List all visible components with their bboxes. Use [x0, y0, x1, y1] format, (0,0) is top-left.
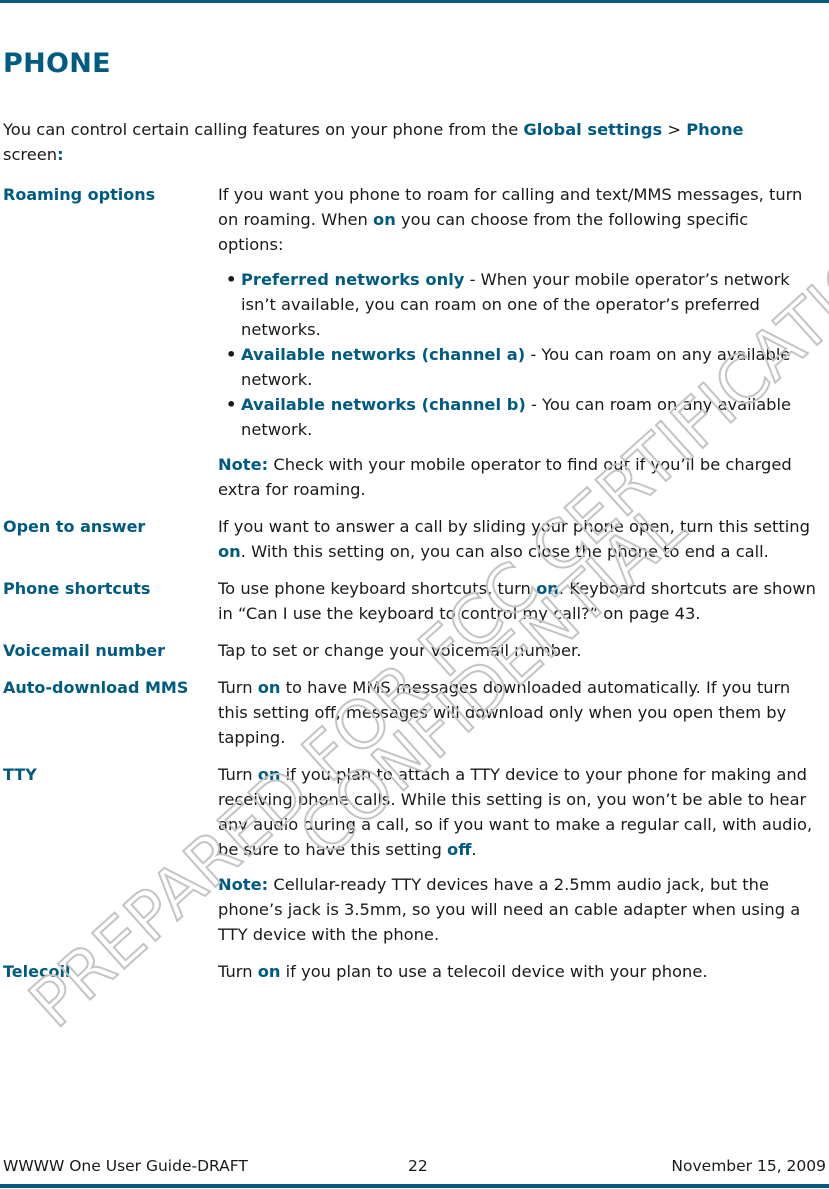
- setting-description: If you want to answer a call by sliding …: [218, 514, 818, 564]
- on-keyword: on: [536, 579, 559, 598]
- on-keyword: on: [257, 962, 281, 981]
- page-title: PHONE: [3, 48, 111, 79]
- setting-description: Tap to set or change your voicemail numb…: [218, 638, 818, 663]
- desc-text: if you plan to attach a TTY device to yo…: [218, 765, 813, 859]
- list-item: • Available networks (channel b) - You ca…: [218, 392, 818, 442]
- desc-text: Turn: [218, 765, 258, 784]
- footer-date: November 15, 2009: [671, 1157, 826, 1175]
- footer-document-title: WWWW One User Guide-DRAFT: [3, 1157, 248, 1175]
- desc-text: .: [471, 840, 477, 859]
- setting-description: Turn on to have MMS messages downloaded …: [218, 675, 818, 750]
- menu-path-global-settings: Global settings: [523, 120, 663, 139]
- list-item: • Preferred networks only - When your mob…: [218, 267, 818, 342]
- note-text: Check with your mobile operator to find …: [218, 455, 792, 499]
- setting-description: Turn on if you plan to use a telecoil de…: [218, 959, 818, 984]
- on-keyword: on: [373, 210, 396, 229]
- note-label: Note:: [218, 875, 269, 894]
- intro-text: You can control certain calling features…: [3, 120, 524, 139]
- setting-description: Turn on if you plan to attach a TTY devi…: [218, 762, 818, 947]
- bullet-icon: •: [226, 395, 237, 414]
- setting-row-voicemail-number: Voicemail number Tap to set or change yo…: [3, 638, 829, 663]
- intro-colon: :: [57, 145, 64, 164]
- menu-path-phone: Phone: [686, 120, 744, 139]
- option-title: Preferred networks only: [241, 270, 465, 289]
- desc-text: Tap to set or change your voicemail numb…: [218, 641, 582, 660]
- setting-description: If you want you phone to roam for callin…: [218, 182, 818, 502]
- bullet-icon: •: [226, 345, 237, 364]
- setting-term: Roaming options: [3, 185, 156, 204]
- desc-text: to have MMS messages downloaded automati…: [218, 678, 791, 747]
- desc-text: If you want to answer a call by sliding …: [218, 517, 810, 536]
- option-title: Available networks (channel a): [241, 345, 526, 364]
- setting-term: Voicemail number: [3, 641, 165, 660]
- desc-text: Turn: [218, 962, 258, 981]
- footer-page-number: 22: [408, 1157, 428, 1175]
- note-text: Cellular-ready TTY devices have a 2.5mm …: [218, 875, 801, 944]
- setting-row-telecoil: Telecoil Turn on if you plan to use a te…: [3, 959, 829, 984]
- setting-term: TTY: [3, 765, 37, 784]
- note-label: Note:: [218, 455, 269, 474]
- list-item: • Available networks (channel a) - You ca…: [218, 342, 818, 392]
- setting-row-auto-download-mms: Auto-download MMS Turn on to have MMS me…: [3, 675, 829, 750]
- header-rule: [0, 0, 829, 3]
- desc-text: Turn: [218, 678, 258, 697]
- on-keyword: on: [257, 765, 281, 784]
- note: Note: Check with your mobile operator to…: [218, 452, 818, 502]
- desc-text: To use phone keyboard shortcuts, turn: [218, 579, 537, 598]
- on-keyword: on: [257, 678, 281, 697]
- note: Note: Cellular-ready TTY devices have a …: [218, 872, 818, 947]
- setting-description: To use phone keyboard shortcuts, turn on…: [218, 576, 818, 626]
- setting-term: Auto-download MMS: [3, 678, 189, 697]
- menu-path-separator: >: [662, 120, 687, 139]
- roaming-options-list: • Preferred networks only - When your mob…: [218, 267, 818, 442]
- setting-term: Phone shortcuts: [3, 579, 151, 598]
- bullet-icon: •: [226, 270, 237, 289]
- on-keyword: on: [218, 542, 241, 561]
- desc-text: . With this setting on, you can also clo…: [240, 542, 769, 561]
- off-keyword: off: [447, 840, 472, 859]
- setting-row-open-to-answer: Open to answer If you want to answer a c…: [3, 514, 829, 564]
- intro-paragraph: You can control certain calling features…: [3, 117, 803, 167]
- setting-row-tty: TTY Turn on if you plan to attach a TTY …: [3, 762, 829, 947]
- footer-rule: [0, 1184, 829, 1188]
- setting-row-roaming-options: Roaming options If you want you phone to…: [3, 182, 829, 502]
- setting-term: Open to answer: [3, 517, 146, 536]
- desc-text: if you plan to use a telecoil device wit…: [280, 962, 708, 981]
- option-title: Available networks (channel b): [241, 395, 526, 414]
- setting-row-phone-shortcuts: Phone shortcuts To use phone keyboard sh…: [3, 576, 829, 626]
- intro-text-end: screen: [3, 145, 58, 164]
- setting-term: Telecoil: [3, 962, 71, 981]
- settings-table: Roaming options If you want you phone to…: [3, 182, 829, 996]
